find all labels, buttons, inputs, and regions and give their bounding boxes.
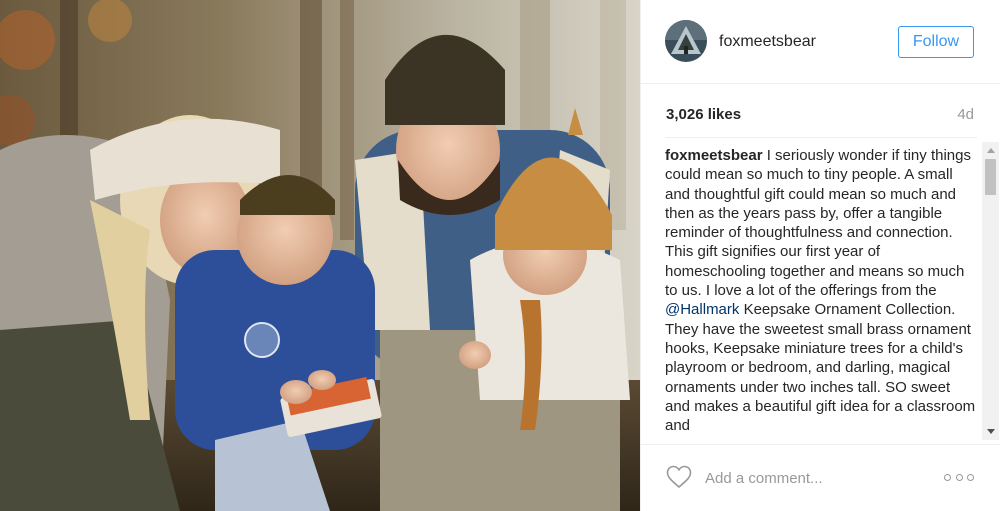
caption-mention-link[interactable]: @Hallmark bbox=[665, 301, 739, 318]
avatar-image bbox=[665, 20, 707, 62]
family-photo-image bbox=[0, 0, 640, 511]
post-details-panel: foxmeetsbear Follow 3,026 likes 4d foxme… bbox=[640, 0, 1000, 511]
dot-icon bbox=[955, 473, 963, 481]
divider bbox=[665, 137, 977, 138]
caption-username[interactable]: foxmeetsbear bbox=[665, 147, 763, 164]
caption-scrollbar[interactable] bbox=[982, 142, 999, 440]
footer-divider bbox=[641, 444, 1000, 445]
dot-icon bbox=[967, 473, 974, 481]
chevron-up-icon[interactable] bbox=[982, 142, 999, 159]
post-age[interactable]: 4d bbox=[957, 106, 974, 123]
heart-icon[interactable] bbox=[666, 465, 692, 489]
comment-input[interactable] bbox=[703, 463, 937, 493]
more-options-icon[interactable] bbox=[944, 470, 974, 484]
post-header: foxmeetsbear Follow bbox=[641, 0, 1000, 84]
caption-text: I seriously wonder if tiny things could … bbox=[665, 147, 971, 300]
post-modal: foxmeetsbear Follow 3,026 likes 4d foxme… bbox=[0, 0, 1000, 511]
caption-text-continued: Keepsake Ornament Collection. They have … bbox=[665, 301, 976, 435]
post-username[interactable]: foxmeetsbear bbox=[719, 33, 816, 51]
scrollbar-thumb[interactable] bbox=[985, 159, 996, 195]
follow-button[interactable]: Follow bbox=[898, 26, 974, 58]
chevron-down-icon[interactable] bbox=[982, 423, 999, 440]
post-photo[interactable] bbox=[0, 0, 640, 511]
avatar[interactable] bbox=[665, 20, 707, 62]
dot-icon bbox=[944, 473, 951, 481]
caption: foxmeetsbear I seriously wonder if tiny … bbox=[665, 146, 977, 435]
likes-count[interactable]: 3,026 likes bbox=[666, 106, 741, 123]
caption-container[interactable]: foxmeetsbear I seriously wonder if tiny … bbox=[665, 146, 977, 440]
